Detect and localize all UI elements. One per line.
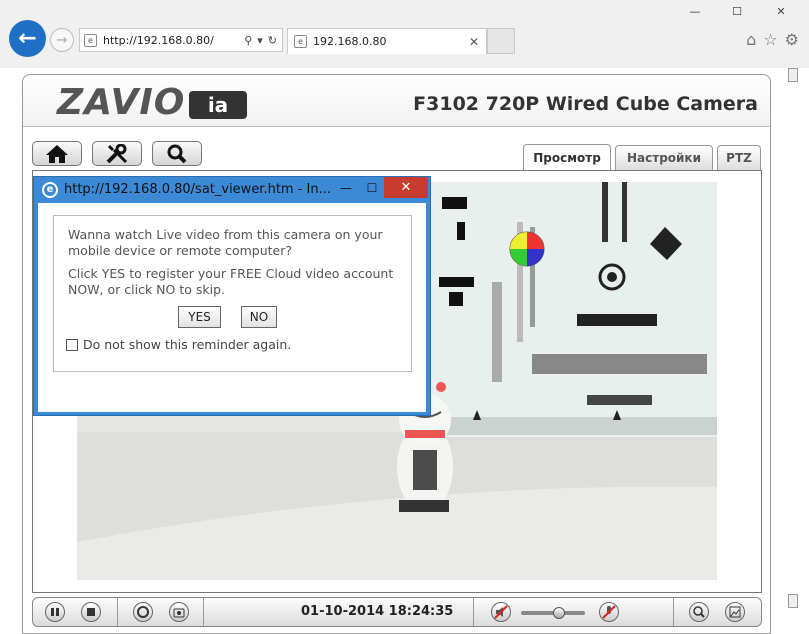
- home-icon: [46, 144, 68, 163]
- browser-chrome: — ☐ ✕ ← → e http://192.168.0.80/ ⚲ ▾ ↻ e…: [0, 0, 809, 68]
- speaker-mute-button[interactable]: [491, 602, 511, 622]
- back-arrow-icon: ←: [18, 26, 37, 51]
- close-button[interactable]: ✕: [759, 2, 803, 20]
- record-icon: [137, 606, 149, 618]
- tab-close-icon[interactable]: ✕: [469, 35, 486, 49]
- window-controls: — ☐ ✕: [675, 2, 803, 20]
- pause-icon: [51, 608, 59, 616]
- dont-show-again-label: Do not show this reminder again.: [83, 337, 292, 352]
- page-favicon-icon: e: [84, 33, 97, 47]
- volume-thumb[interactable]: [553, 607, 565, 619]
- volume-slider[interactable]: [521, 607, 585, 619]
- refresh-icon[interactable]: ↻: [268, 34, 277, 47]
- scroll-down-button[interactable]: [788, 594, 798, 608]
- record-button[interactable]: [133, 602, 153, 622]
- magnifier-icon: [167, 144, 187, 163]
- address-bar[interactable]: e http://192.168.0.80/ ⚲ ▾ ↻: [79, 28, 283, 52]
- popup-title: http://192.168.0.80/sat_viewer.htm - In.…: [64, 182, 332, 197]
- popup-maximize-button[interactable]: ☐: [360, 179, 384, 197]
- dont-show-again-checkbox[interactable]: [66, 338, 78, 351]
- control-bar: 01-10-2014 18:24:35: [32, 597, 762, 627]
- camera-icon: [173, 608, 185, 618]
- reminder-popup-window: e http://192.168.0.80/sat_viewer.htm - I…: [33, 176, 431, 416]
- tab-favicon-icon: e: [294, 35, 307, 48]
- maximize-button[interactable]: ☐: [717, 2, 757, 20]
- popup-message-1: Wanna watch Live video from this camera …: [68, 227, 383, 258]
- tools-icon: [106, 143, 128, 163]
- stop-icon: [87, 608, 95, 616]
- zoom-button[interactable]: [689, 602, 709, 622]
- address-text: http://192.168.0.80/: [103, 33, 214, 47]
- tab-settings[interactable]: Настройки: [615, 145, 713, 170]
- browser-tab[interactable]: e 192.168.0.80 ✕: [287, 28, 487, 54]
- forward-arrow-icon: →: [56, 32, 68, 48]
- back-button[interactable]: ←: [9, 20, 46, 57]
- search-button[interactable]: [152, 141, 202, 166]
- no-button[interactable]: NO: [241, 306, 277, 328]
- ie-logo-icon: e: [42, 181, 58, 198]
- microphone-mute-button[interactable]: [599, 602, 619, 622]
- brand-logo: ZAVIO: [57, 82, 186, 123]
- favorites-star-icon[interactable]: ☆: [763, 30, 777, 49]
- forward-button[interactable]: →: [50, 28, 74, 52]
- dropdown-icon[interactable]: ▾: [257, 34, 263, 47]
- minimize-button[interactable]: —: [675, 2, 715, 20]
- scroll-up-button[interactable]: [788, 68, 798, 82]
- page-header: ZAVIO ia F3102 720P Wired Cube Camera: [23, 75, 770, 127]
- tab-title: 192.168.0.80: [313, 35, 387, 48]
- brand-badge: ia: [189, 91, 247, 119]
- settings-button[interactable]: [92, 141, 142, 166]
- popup-message-box: Wanna watch Live video from this camera …: [53, 215, 412, 372]
- yes-button[interactable]: YES: [178, 306, 221, 328]
- datetime-display: 01-10-2014 18:24:35: [301, 604, 454, 619]
- page-title: F3102 720P Wired Cube Camera: [413, 93, 758, 115]
- zoom-icon: [693, 606, 705, 618]
- home-icon[interactable]: ⌂: [746, 30, 756, 49]
- tab-ptz[interactable]: PTZ: [717, 145, 761, 170]
- popup-close-button[interactable]: ✕: [384, 177, 428, 198]
- popup-minimize-button[interactable]: —: [334, 179, 358, 197]
- popup-body: Wanna watch Live video from this camera …: [38, 203, 426, 412]
- new-tab-button[interactable]: [487, 28, 515, 54]
- popup-message-2: Click YES to register your FREE Cloud vi…: [68, 266, 394, 297]
- image-icon: [729, 606, 741, 618]
- fullscreen-button[interactable]: [725, 602, 745, 622]
- tab-view[interactable]: Просмотр: [523, 144, 611, 171]
- microphone-muted-icon: [602, 605, 616, 619]
- stop-button[interactable]: [81, 602, 101, 622]
- snapshot-button[interactable]: [169, 602, 189, 622]
- page-scrollbar[interactable]: [783, 68, 809, 634]
- dont-show-again-option[interactable]: Do not show this reminder again.: [66, 337, 291, 352]
- home-button[interactable]: [32, 141, 82, 166]
- search-icon[interactable]: ⚲: [244, 34, 252, 47]
- speaker-muted-icon: [494, 605, 508, 619]
- pause-button[interactable]: [45, 602, 65, 622]
- settings-gear-icon[interactable]: ⚙: [785, 30, 799, 49]
